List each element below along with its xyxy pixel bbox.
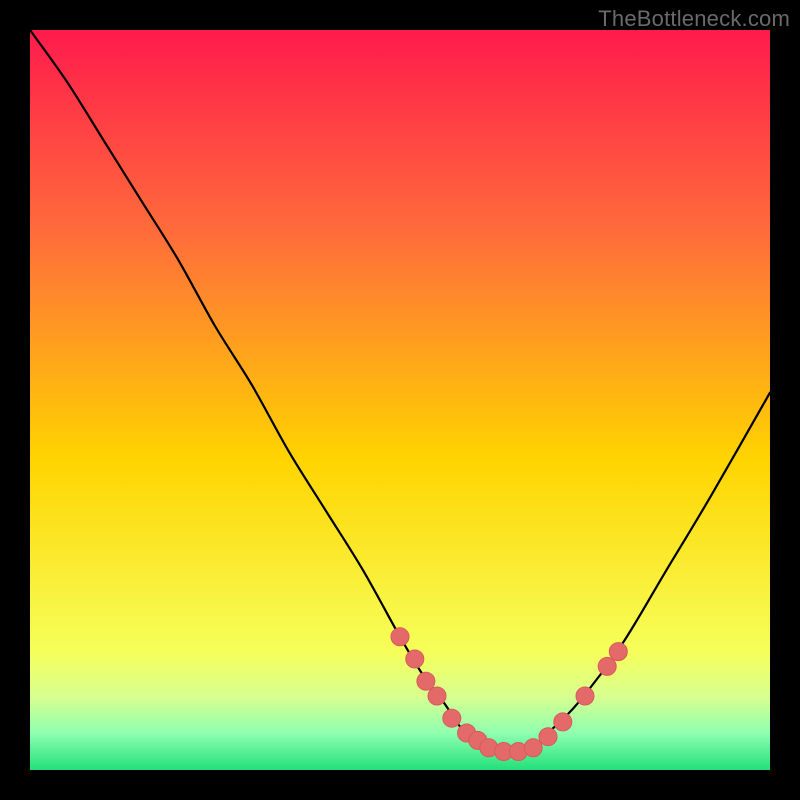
curve-marker [406,650,424,668]
curve-marker [539,728,557,746]
chart-svg [30,30,770,770]
chart-stage: TheBottleneck.com [0,0,800,800]
curve-marker [417,672,435,690]
gradient-background [30,30,770,770]
curve-marker [609,643,627,661]
curve-marker [576,687,594,705]
plot-area [30,30,770,770]
curve-marker [391,628,409,646]
curve-marker [524,739,542,757]
curve-marker [443,709,461,727]
curve-marker [428,687,446,705]
watermark-text: TheBottleneck.com [598,6,790,32]
curve-marker [554,713,572,731]
curve-marker [598,657,616,675]
